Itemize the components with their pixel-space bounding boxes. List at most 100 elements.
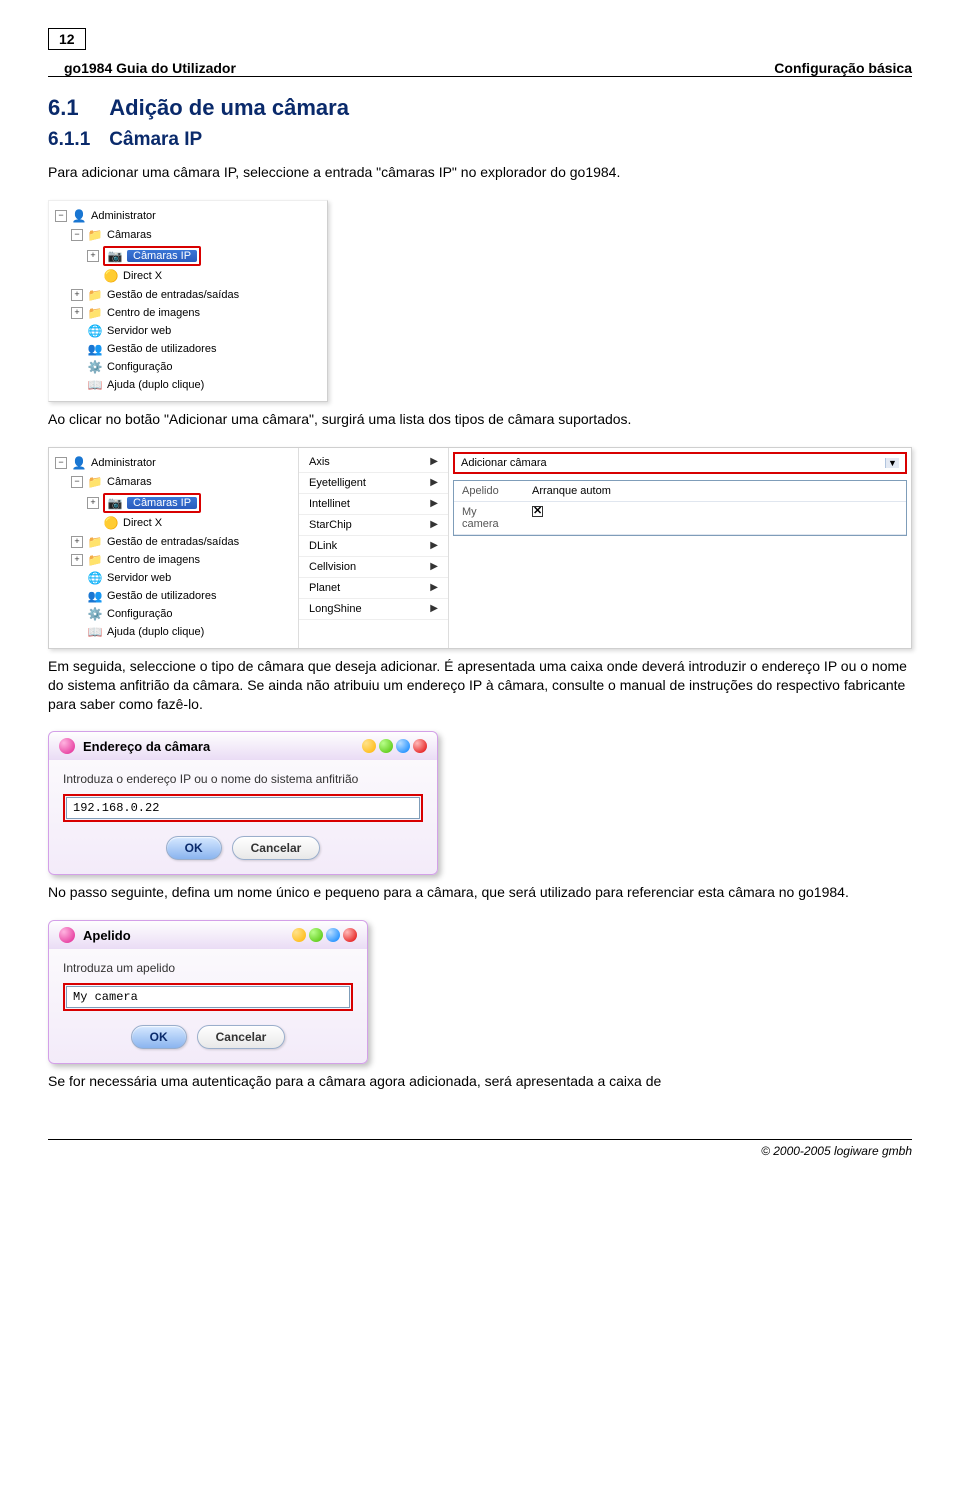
submenu-arrow-icon: ▶	[430, 477, 438, 488]
tree-user-mgmt[interactable]: 👥Gestão de utilizadores	[71, 340, 239, 358]
tree-label: Ajuda (duplo clique)	[107, 379, 204, 391]
brand-item[interactable]: Intellinet▶	[299, 494, 448, 515]
submenu-arrow-icon: ▶	[430, 603, 438, 614]
paragraph-intro: Para adicionar uma câmara IP, seleccione…	[48, 163, 912, 182]
submenu-arrow-icon: ▶	[430, 456, 438, 467]
cancel-button[interactable]: Cancelar	[197, 1025, 286, 1049]
camera-record-panel: Apelido Arranque autom My camera	[453, 480, 907, 536]
heading-text: Câmara IP	[109, 129, 202, 150]
tree-user-mgmt[interactable]: 👥Gestão de utilizadores	[71, 587, 239, 605]
tree-label: Direct X	[123, 517, 162, 529]
label-nickname: Apelido	[454, 481, 524, 501]
section-breadcrumb: Configuração básica	[774, 60, 912, 76]
tree-label: Centro de imagens	[107, 554, 200, 566]
brand-item[interactable]: Eyetelligent ▶	[299, 473, 448, 494]
users-icon: 👥	[87, 588, 103, 604]
paragraph-5: Se for necessária uma autenticação para …	[48, 1072, 912, 1091]
submenu-arrow-icon: ▶	[430, 540, 438, 551]
tree-help[interactable]: 📖 Ajuda (duplo clique)	[71, 623, 239, 641]
book-icon: 📖	[87, 624, 103, 640]
minimize-button[interactable]	[362, 739, 376, 753]
nickname-input[interactable]	[66, 986, 350, 1008]
gear-icon: ⚙️	[87, 359, 103, 375]
tree-io[interactable]: +📁Gestão de entradas/saídas	[71, 533, 239, 551]
submenu-arrow-icon: ▶	[430, 519, 438, 530]
maximize-button[interactable]	[379, 739, 393, 753]
cancel-button[interactable]: Cancelar	[232, 836, 321, 860]
directx-icon: 🟡	[103, 515, 119, 531]
tree-label: Configuração	[107, 361, 172, 373]
submenu-arrow-icon: ▶	[430, 582, 438, 593]
globe-icon: 🌐	[87, 570, 103, 586]
tree-ip-cameras[interactable]: +📷Câmaras IP	[87, 492, 201, 514]
tree-root[interactable]: −👤Administrator	[55, 207, 321, 225]
tree-root[interactable]: −👤Administrator	[55, 454, 292, 472]
tree-label: Servidor web	[107, 572, 171, 584]
tree-label-selected: Câmaras IP	[127, 497, 197, 509]
autostart-checkbox[interactable]	[532, 506, 543, 517]
tree-label: Configuração	[107, 608, 172, 620]
tree-ip-cameras[interactable]: +📷Câmaras IP	[87, 245, 201, 267]
brand-item[interactable]: Axis ▶	[299, 452, 448, 473]
dialog-title: Apelido	[83, 928, 131, 943]
tree-label: Ajuda (duplo clique)	[107, 626, 204, 638]
tree-webserver[interactable]: 🌐Servidor web	[71, 322, 239, 340]
tree-label: Câmaras	[107, 476, 152, 488]
tree-help[interactable]: 📖 Ajuda (duplo clique)	[71, 376, 239, 394]
directx-icon: 🟡	[103, 268, 119, 284]
close-button[interactable]	[413, 739, 427, 753]
camera-brand-menu: Axis ▶ Eyetelligent ▶ Intellinet▶ StarChip…	[299, 448, 448, 624]
tree-webserver[interactable]: 🌐 Servidor web	[71, 569, 239, 587]
brand-item[interactable]: Cellvision▶	[299, 557, 448, 578]
tree-label: Câmaras	[107, 229, 152, 241]
nickname-dialog: Apelido Introduza um apelido OK Cancelar	[48, 920, 368, 1064]
folder-icon: 📁	[87, 534, 103, 550]
chevron-down-icon: ▼	[885, 458, 899, 468]
ok-button[interactable]: OK	[131, 1025, 187, 1049]
tree-directx[interactable]: 🟡 Direct X	[87, 514, 201, 532]
folder-icon: 📁	[87, 227, 103, 243]
brand-label: StarChip	[309, 519, 352, 531]
ipcam-icon: 📷	[107, 248, 123, 264]
brand-item[interactable]: DLink ▶	[299, 536, 448, 557]
help-button[interactable]	[396, 739, 410, 753]
brand-label: Eyetelligent	[309, 477, 366, 489]
gear-icon: ⚙️	[87, 606, 103, 622]
tree-directx[interactable]: 🟡 Direct X	[87, 267, 201, 285]
tree-label: Direct X	[123, 270, 162, 282]
tree-label: Centro de imagens	[107, 307, 200, 319]
maximize-button[interactable]	[309, 928, 323, 942]
add-camera-screenshot: −👤Administrator −📁Câmaras +📷Câmaras IP 🟡…	[48, 447, 912, 649]
ok-button[interactable]: OK	[166, 836, 222, 860]
close-button[interactable]	[343, 928, 357, 942]
tree-label: Administrator	[91, 210, 156, 222]
add-camera-dropdown[interactable]: Adicionar câmara ▼	[453, 452, 907, 474]
help-button[interactable]	[326, 928, 340, 942]
book-icon: 📖	[87, 377, 103, 393]
brand-item[interactable]: Planet ▶	[299, 578, 448, 599]
tree-config[interactable]: ⚙️ Configuração	[71, 358, 239, 376]
tree-image-center[interactable]: +📁Centro de imagens	[71, 304, 239, 322]
tree-image-center[interactable]: +📁Centro de imagens	[71, 551, 239, 569]
dropdown-label: Adicionar câmara	[461, 457, 547, 469]
brand-label: Planet	[309, 582, 340, 594]
page-header: go1984 Guia do Utilizador Configuração b…	[48, 60, 912, 77]
brand-item[interactable]: StarChip ▶	[299, 515, 448, 536]
paragraph-4: No passo seguinte, defina um nome único …	[48, 883, 912, 902]
tree-label-selected: Câmaras IP	[127, 250, 197, 262]
cell-nickname-value[interactable]: My camera	[454, 502, 524, 534]
brand-item[interactable]: LongShine ▶	[299, 599, 448, 620]
camera-address-dialog: Endereço da câmara Introduza o endereço …	[48, 731, 438, 875]
brand-label: LongShine	[309, 603, 362, 615]
label-autostart: Arranque autom	[524, 481, 906, 501]
heading-6-1: 6.1 Adição de uma câmara	[48, 95, 912, 121]
minimize-button[interactable]	[292, 928, 306, 942]
tree-io[interactable]: +📁Gestão de entradas/saídas	[71, 286, 239, 304]
brand-label: DLink	[309, 540, 337, 552]
tree-cameras[interactable]: −📁Câmaras	[71, 226, 239, 244]
ip-address-input[interactable]	[66, 797, 420, 819]
dialog-icon	[59, 738, 75, 754]
tree-config[interactable]: ⚙️ Configuração	[71, 605, 239, 623]
brand-label: Axis	[309, 456, 330, 468]
tree-cameras[interactable]: −📁Câmaras	[71, 473, 239, 491]
